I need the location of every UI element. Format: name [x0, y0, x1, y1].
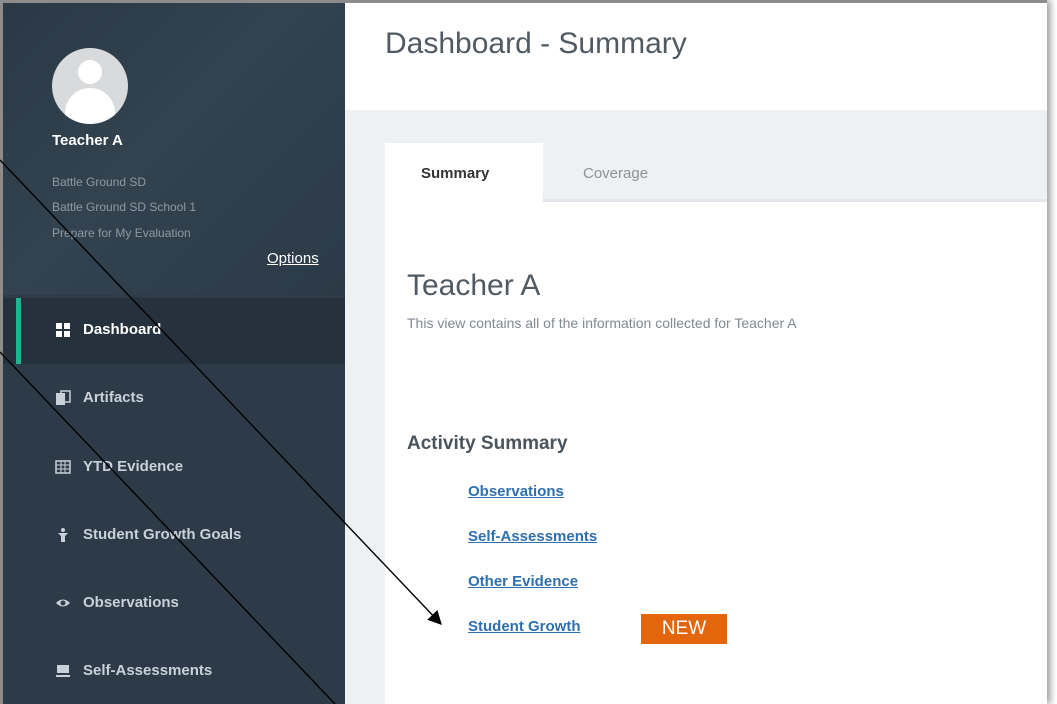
dashboard-icon	[55, 322, 71, 338]
avatar-head-shape	[78, 60, 102, 84]
tab-summary[interactable]: Summary	[385, 143, 543, 203]
user-school: Battle Ground SD School 1	[52, 200, 197, 214]
self-assessment-icon	[55, 663, 71, 679]
teacher-description: This view contains all of the informatio…	[407, 315, 797, 331]
sidebar-item-label: Observations	[83, 594, 179, 611]
activity-summary-title: Activity Summary	[407, 433, 568, 454]
avatar-body-shape	[65, 88, 115, 124]
self-assessments-link[interactable]: Self-Assessments	[468, 528, 597, 545]
sidebar-item-ytd-evidence[interactable]: YTD Evidence	[3, 435, 345, 501]
sidebar-item-label: Dashboard	[83, 321, 162, 338]
other-evidence-link[interactable]: Other Evidence	[468, 573, 578, 590]
new-badge: NEW	[641, 614, 727, 644]
table-icon	[55, 459, 71, 475]
student-growth-link[interactable]: Student Growth	[468, 618, 581, 635]
avatar	[52, 48, 128, 124]
observations-link[interactable]: Observations	[468, 483, 564, 500]
main-content: Dashboard - Summary Summary Coverage Tea…	[345, 3, 1047, 704]
sidebar-item-label: Artifacts	[83, 389, 144, 406]
sidebar-item-artifacts[interactable]: Artifacts	[3, 366, 345, 432]
user-mode: Prepare for My Evaluation	[52, 226, 191, 240]
artifacts-icon	[55, 390, 71, 406]
user-name: Teacher A	[52, 132, 123, 149]
sidebar-item-label: Student Growth Goals	[83, 526, 242, 543]
page-header: Dashboard - Summary	[345, 3, 1047, 110]
tab-label: Summary	[421, 165, 490, 182]
sidebar-item-label: YTD Evidence	[83, 458, 184, 475]
sidebar: Teacher A Battle Ground SD Battle Ground…	[3, 3, 345, 704]
sidebar-item-dashboard[interactable]: Dashboard	[3, 298, 345, 364]
sidebar-item-observations[interactable]: Observations	[3, 571, 345, 637]
page-title: Dashboard - Summary	[385, 27, 687, 60]
profile-panel: Teacher A Battle Ground SD Battle Ground…	[3, 3, 345, 295]
sidebar-item-student-growth-goals[interactable]: Student Growth Goals	[3, 503, 345, 569]
options-link[interactable]: Options	[267, 250, 319, 267]
growth-icon	[55, 527, 71, 543]
user-district: Battle Ground SD	[52, 175, 147, 189]
app-window: Teacher A Battle Ground SD Battle Ground…	[0, 0, 1047, 704]
teacher-heading: Teacher A	[407, 269, 541, 302]
active-indicator	[16, 298, 21, 364]
sidebar-item-self-assessments[interactable]: Self-Assessments	[3, 639, 345, 704]
eye-icon	[55, 595, 71, 611]
tab-label: Coverage	[583, 165, 649, 182]
sidebar-item-label: Self-Assessments	[83, 662, 213, 679]
tab-coverage[interactable]: Coverage	[543, 143, 693, 203]
